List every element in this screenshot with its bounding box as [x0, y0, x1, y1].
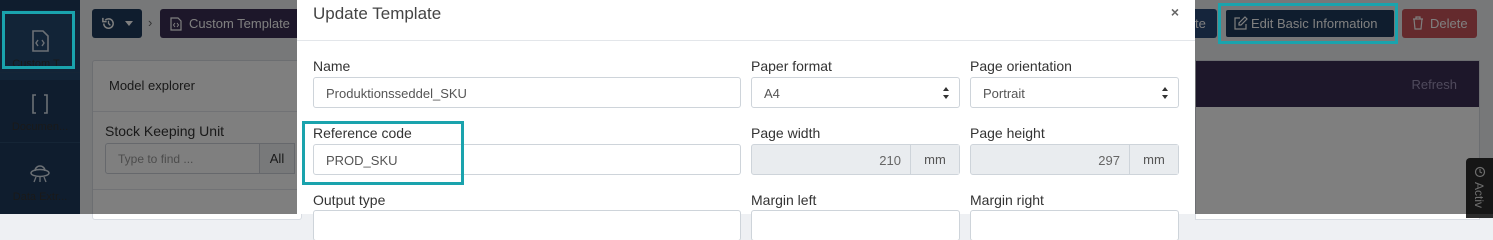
- page-width-field: 210 mm: [751, 144, 960, 175]
- margin-right-field[interactable]: [970, 210, 1179, 240]
- paper-format-label: Paper format: [751, 58, 832, 74]
- name-label: Name: [313, 58, 351, 74]
- select-arrows-icon: [1162, 87, 1168, 99]
- highlight-reference-code: [302, 121, 464, 185]
- select-arrows-icon: [943, 87, 949, 99]
- highlight-sidebar-item: [2, 11, 75, 69]
- unit-addon: mm: [910, 145, 959, 174]
- margin-left-field[interactable]: [751, 210, 960, 240]
- paper-format-select[interactable]: A4: [751, 77, 960, 108]
- divider: [297, 40, 1195, 41]
- close-icon[interactable]: ×: [1171, 4, 1179, 20]
- page-height-field: 297 mm: [970, 144, 1179, 175]
- margin-left-label: Margin left: [751, 192, 817, 208]
- page-width-label: Page width: [751, 125, 821, 141]
- page-orientation-label: Page orientation: [970, 58, 1072, 74]
- page-orientation-select[interactable]: Portrait: [970, 77, 1179, 108]
- dialog-title: Update Template: [313, 4, 442, 23]
- page-height-label: Page height: [970, 125, 1045, 141]
- output-type-select[interactable]: [313, 210, 741, 240]
- name-field[interactable]: Produktionsseddel_SKU: [313, 77, 741, 108]
- margin-right-label: Margin right: [970, 192, 1044, 208]
- unit-addon: mm: [1129, 145, 1178, 174]
- output-type-label: Output type: [313, 192, 386, 208]
- highlight-edit-button: [1218, 3, 1398, 44]
